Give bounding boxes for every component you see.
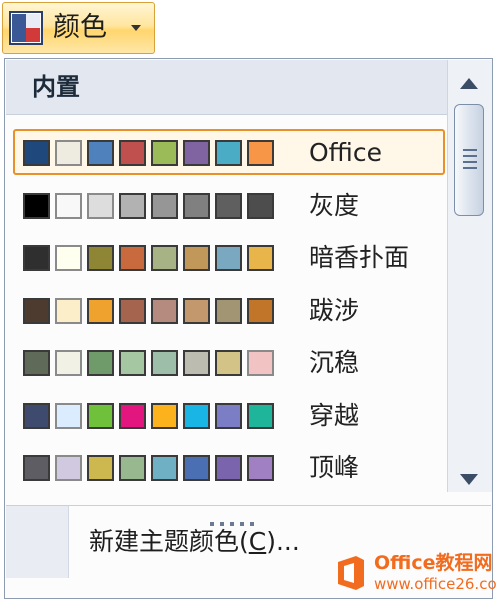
command-access-key: C — [248, 527, 267, 556]
theme-colors-button[interactable]: 颜色 — [2, 2, 155, 54]
theme-name: Office — [309, 138, 382, 167]
color-swatch — [119, 455, 146, 481]
color-swatch — [119, 192, 146, 219]
grip-line — [463, 167, 477, 169]
color-swatch — [119, 140, 146, 166]
color-swatch — [183, 192, 210, 219]
watermark-title: Office教程网 — [374, 552, 493, 574]
theme-option[interactable]: 穿越 — [13, 392, 445, 438]
color-swatch — [247, 140, 274, 166]
color-swatch — [247, 245, 274, 271]
scroll-thumb[interactable] — [454, 104, 484, 216]
color-swatch — [87, 455, 114, 481]
theme-colors-icon — [9, 11, 43, 45]
create-theme-colors-label: 新建主题颜色(C)... — [89, 526, 300, 558]
color-swatch — [55, 192, 82, 219]
color-swatch — [151, 455, 178, 481]
color-swatch — [23, 192, 50, 219]
color-swatch — [183, 402, 210, 429]
color-swatch — [23, 455, 50, 481]
section-title: 内置 — [32, 73, 80, 101]
color-swatch — [151, 350, 178, 376]
gallery-scrollbar[interactable] — [447, 60, 492, 492]
color-swatch — [87, 245, 114, 271]
command-text-prefix: 新建主题颜色( — [89, 527, 249, 556]
color-swatch — [55, 455, 82, 481]
color-swatch — [215, 297, 242, 324]
resize-grip-icon[interactable] — [210, 518, 270, 530]
color-swatch — [55, 350, 82, 376]
theme-name: 沉稳 — [309, 348, 360, 377]
color-swatch — [23, 350, 50, 376]
color-swatch — [119, 350, 146, 376]
color-swatch — [247, 350, 274, 376]
scroll-down-arrow-icon[interactable] — [460, 474, 478, 485]
color-swatch — [183, 140, 210, 166]
scroll-up-arrow-icon[interactable] — [460, 78, 478, 89]
color-swatch — [119, 245, 146, 271]
color-swatch — [215, 245, 242, 271]
color-swatch — [215, 350, 242, 376]
color-swatch — [87, 350, 114, 376]
color-swatch — [151, 402, 178, 429]
site-watermark: Office教程网 www.office26.com — [330, 550, 497, 596]
color-swatch — [215, 455, 242, 481]
theme-name: 暗香扑面 — [309, 243, 410, 272]
color-swatch — [151, 297, 178, 324]
color-swatch — [247, 297, 274, 324]
color-swatch — [55, 140, 82, 166]
color-swatch — [55, 402, 82, 429]
color-swatch — [87, 192, 114, 219]
chevron-down-icon[interactable] — [131, 25, 141, 31]
office-logo-icon — [338, 556, 364, 590]
theme-name: 灰度 — [309, 190, 360, 220]
color-swatch — [23, 297, 50, 324]
color-swatch — [215, 192, 242, 219]
color-swatch — [183, 350, 210, 376]
grip-line — [463, 161, 477, 163]
color-swatch — [247, 402, 274, 429]
color-swatch — [87, 402, 114, 429]
grip-line — [463, 155, 477, 157]
theme-option[interactable]: 沉稳 — [13, 339, 445, 385]
theme-name: 顶峰 — [309, 453, 360, 482]
watermark-url: www.office26.com — [374, 575, 497, 593]
color-swatch — [87, 140, 114, 166]
color-swatch — [151, 245, 178, 271]
theme-name: 穿越 — [309, 400, 360, 430]
color-swatch — [55, 245, 82, 271]
color-swatch — [87, 297, 114, 324]
theme-option[interactable]: 暗香扑面 — [13, 234, 445, 280]
grip-line — [463, 149, 477, 151]
menu-icon-gutter — [6, 506, 69, 578]
theme-option[interactable]: Office — [13, 129, 445, 175]
color-swatch — [23, 402, 50, 429]
color-swatch — [183, 245, 210, 271]
color-swatch — [23, 140, 50, 166]
section-header-builtin: 内置 — [6, 60, 447, 115]
theme-colors-label: 颜色 — [53, 12, 107, 43]
color-swatch — [55, 297, 82, 324]
command-text-suffix: )... — [266, 527, 300, 556]
color-swatch — [119, 402, 146, 429]
color-swatch — [247, 192, 274, 219]
theme-option[interactable]: 灰度 — [13, 182, 445, 228]
color-swatch — [119, 297, 146, 324]
theme-option[interactable]: 跋涉 — [13, 287, 445, 333]
color-swatch — [151, 192, 178, 219]
color-swatch — [215, 402, 242, 429]
color-swatch — [247, 455, 274, 481]
color-swatch — [183, 455, 210, 481]
color-swatch — [23, 245, 50, 271]
color-swatch — [215, 140, 242, 166]
theme-name: 跋涉 — [309, 295, 360, 325]
theme-option[interactable]: 顶峰 — [13, 444, 445, 490]
color-swatch — [183, 297, 210, 324]
color-swatch — [151, 140, 178, 166]
